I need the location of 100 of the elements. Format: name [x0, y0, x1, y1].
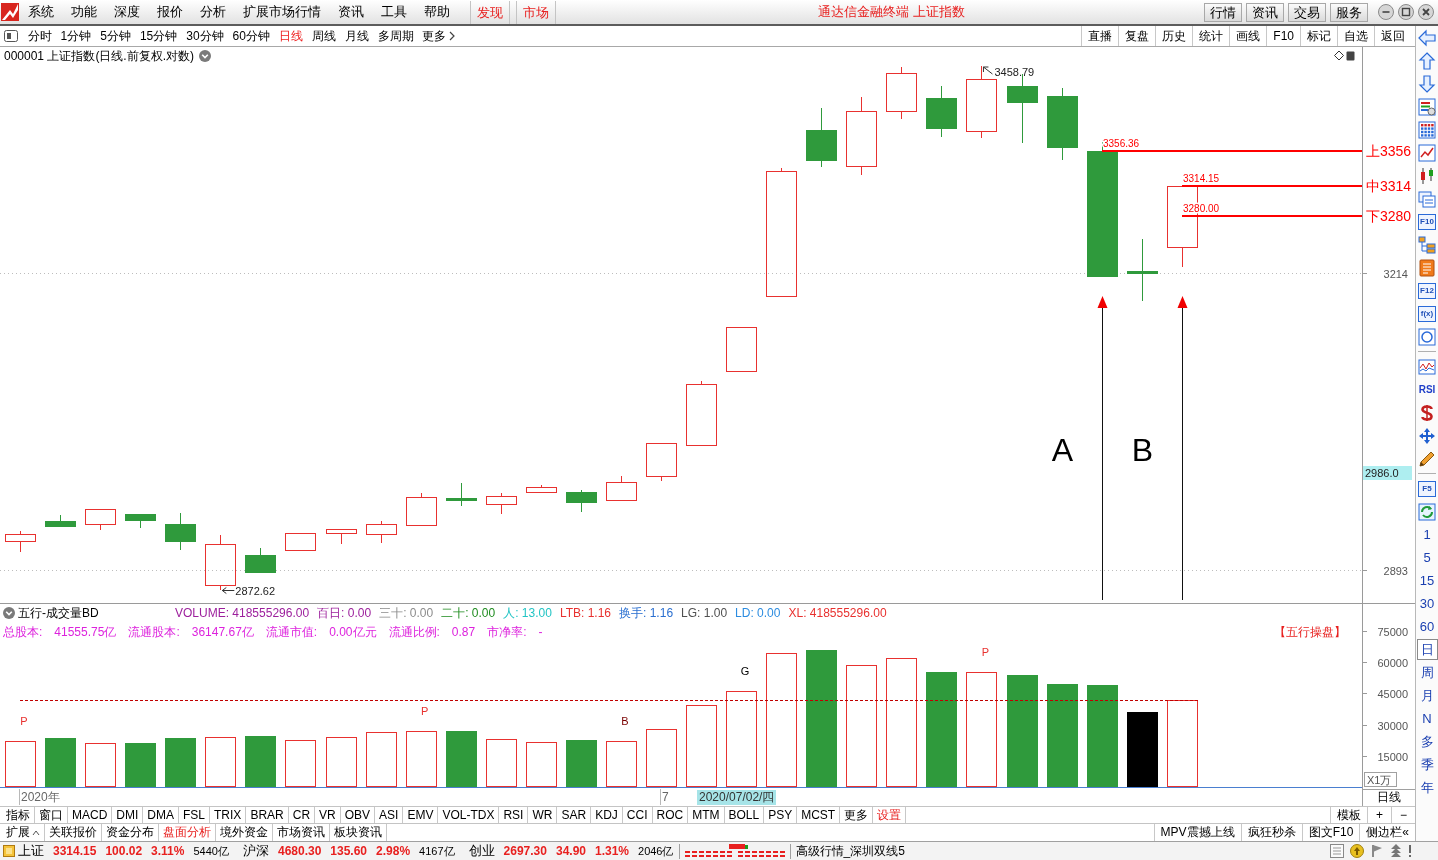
indicator-badge[interactable]: 【五行操盘】	[1274, 625, 1346, 639]
arrow-up-icon[interactable]	[1418, 51, 1436, 70]
candle-wick	[260, 547, 261, 556]
menu-item[interactable]: 报价	[148, 1, 191, 23]
date-label: 7	[660, 789, 669, 805]
shortcut-button[interactable]: F10	[1418, 213, 1436, 230]
candle-wick	[60, 514, 61, 522]
square-menu-icon[interactable]	[3, 845, 15, 857]
candle-body	[606, 482, 637, 501]
index-name[interactable]: 创业	[468, 842, 495, 860]
panel-icon[interactable]	[1346, 51, 1355, 61]
volume-bar	[526, 742, 557, 787]
candle-body	[526, 487, 557, 493]
move-icon[interactable]	[1418, 426, 1436, 445]
arrow-left-icon[interactable]	[1418, 28, 1436, 47]
axis-label: 75000	[1377, 625, 1408, 638]
period-button[interactable]: 1	[1416, 524, 1438, 545]
candle-wick	[140, 520, 141, 529]
index-change: 100.02	[105, 844, 143, 858]
period-tab[interactable]: 30分钟	[181, 26, 229, 46]
period-button[interactable]: 60	[1416, 616, 1438, 637]
exclamation-icon[interactable]	[1408, 845, 1412, 857]
close-icon[interactable]	[1418, 4, 1434, 20]
index-name[interactable]: 沪深	[242, 842, 269, 860]
wave-chart-icon[interactable]	[1418, 357, 1436, 376]
stat-value: 0.87	[451, 625, 476, 639]
menu-item[interactable]: 功能	[62, 1, 105, 23]
flag-icon[interactable]	[1370, 844, 1384, 858]
menu-item[interactable]: 资讯	[329, 1, 372, 23]
period-button[interactable]: 15	[1416, 570, 1438, 591]
pencil-icon[interactable]	[1418, 449, 1436, 468]
candle-body	[1007, 86, 1038, 103]
period-button[interactable]: 年	[1416, 777, 1438, 798]
feed-name[interactable]: 高级行情_深圳双线5	[795, 842, 905, 860]
diamond-icon[interactable]	[1334, 50, 1344, 61]
maximize-icon[interactable]	[1398, 4, 1414, 20]
period-tab[interactable]: 周线	[307, 26, 341, 46]
axis-label: 15000	[1377, 750, 1408, 763]
grid-icon[interactable]	[1418, 120, 1436, 139]
table-icon[interactable]	[1418, 97, 1436, 116]
menu-button[interactable]: 交易	[1288, 2, 1326, 22]
period-button[interactable]: 周	[1416, 662, 1438, 683]
period-tab[interactable]: 15分钟	[135, 26, 182, 46]
volume-bar	[606, 741, 637, 787]
index-name[interactable]: 上证	[18, 842, 44, 860]
period-tab[interactable]: 60分钟	[228, 26, 275, 46]
chevron-down-icon[interactable]	[199, 50, 212, 62]
indicator-readout: LTB: 1.16	[559, 606, 612, 620]
menu-item[interactable]: 深度	[105, 1, 148, 23]
book-icon[interactable]	[1418, 258, 1436, 277]
period-tab[interactable]: 5分钟	[95, 26, 136, 46]
candlestick-icon[interactable]	[1418, 166, 1436, 185]
circle-icon[interactable]	[1418, 327, 1436, 346]
y-axis-title: X1万	[1367, 773, 1392, 786]
tree-icon[interactable]	[1418, 235, 1436, 254]
period-button[interactable]: 30	[1416, 593, 1438, 614]
index-change: 135.60	[330, 844, 368, 858]
period-button[interactable]: 多	[1416, 731, 1438, 752]
dollar-icon[interactable]	[1418, 403, 1436, 422]
menu-button[interactable]: 服务	[1330, 2, 1368, 22]
candle-body	[366, 524, 397, 535]
line-chart-icon[interactable]	[1418, 143, 1436, 162]
shortcut-button[interactable]: RSI	[1418, 384, 1436, 395]
menu-button[interactable]: 资讯	[1246, 2, 1284, 22]
menu-item[interactable]: 扩展市场行情	[234, 1, 329, 23]
period-button[interactable]: 季	[1416, 754, 1438, 775]
date-label: 2020年	[19, 789, 60, 805]
period-tab[interactable]: 日线	[274, 26, 308, 46]
arrow-down-icon[interactable]	[1418, 74, 1436, 93]
period-button[interactable]: N	[1416, 708, 1438, 729]
notepad-icon[interactable]	[1330, 844, 1344, 858]
shortcut-button[interactable]: F12	[1418, 282, 1436, 299]
menu-tab[interactable]: 发现	[470, 0, 510, 24]
period-tab[interactable]: 月线	[340, 26, 374, 46]
app-title: 通达信金融终端 上证指数	[818, 3, 965, 21]
panel-toggle-icon[interactable]	[4, 30, 18, 42]
period-button[interactable]: 月	[1416, 685, 1438, 706]
menu-tab[interactable]: 市场	[516, 0, 556, 24]
refresh-icon[interactable]	[1418, 502, 1436, 521]
menu-button[interactable]: 行情	[1204, 2, 1242, 22]
menu-item[interactable]: 分析	[191, 1, 234, 23]
shortcut-button[interactable]: f(x)	[1418, 305, 1436, 322]
chevron-right-icon	[449, 31, 456, 41]
candle-wick	[461, 482, 462, 507]
period-tab[interactable]: 1分钟	[56, 26, 96, 46]
coin-icon[interactable]	[1350, 844, 1364, 858]
menu-item[interactable]: 工具	[372, 1, 415, 23]
chevron-down-icon[interactable]	[3, 607, 15, 619]
menu-item[interactable]: 系统	[19, 1, 62, 23]
period-button[interactable]: 日	[1416, 639, 1438, 660]
candle-body	[966, 79, 997, 132]
period-tab[interactable]: 多周期	[373, 26, 419, 46]
minimize-icon[interactable]	[1378, 4, 1394, 20]
period-button[interactable]: 5	[1416, 547, 1438, 568]
menu-item[interactable]: 帮助	[415, 1, 458, 23]
candle-body	[406, 497, 437, 526]
period-tab[interactable]: 分时	[23, 26, 56, 46]
shortcut-button[interactable]: F5	[1418, 480, 1436, 497]
pine-tree-icon[interactable]	[1390, 844, 1402, 858]
windows-icon[interactable]	[1418, 189, 1436, 208]
